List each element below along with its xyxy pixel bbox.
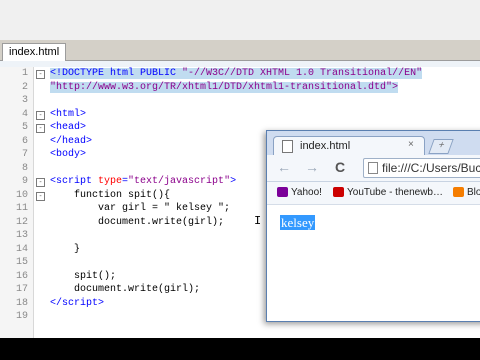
line-number: 11	[15, 203, 28, 214]
back-icon[interactable]: ←	[277, 159, 291, 175]
code-text: spit();	[50, 270, 116, 284]
line-number: 6	[21, 135, 28, 147]
forward-icon[interactable]: →	[305, 159, 319, 175]
line-number: 19	[15, 311, 28, 322]
code-text: "http://www.w3.org/TR/xhtml1/DTD/xhtml1-…	[50, 81, 399, 95]
page-icon	[282, 140, 293, 153]
line-number: 12	[15, 216, 28, 228]
editor-tab-strip: index.html	[0, 40, 480, 61]
line-number: 17	[15, 284, 28, 295]
bookmark-label: Blogg	[467, 187, 480, 198]
bookmarks-bar: Yahoo! YouTube - thenewb… Blogg	[267, 182, 480, 205]
line-number: 9	[21, 176, 28, 187]
code-token: >	[98, 297, 105, 309]
screen: index.html 1- <!DOCTYPE html PUBLIC "-//W…	[0, 0, 480, 338]
new-tab-button[interactable]: +	[428, 139, 454, 154]
code-token: function spit(){	[50, 189, 171, 201]
line-number: 3	[21, 95, 28, 106]
line-number: 13	[15, 230, 28, 241]
close-icon[interactable]: ×	[408, 139, 414, 150]
youtube-icon	[333, 187, 344, 198]
fold-toggle-icon[interactable]: -	[36, 70, 45, 79]
code-token: </head>	[50, 135, 93, 147]
code-token: "http://www.w3.org/TR/xhtml1/DTD/xhtml1-…	[50, 81, 399, 93]
browser-tab-bar: index.html × +	[267, 131, 480, 156]
code-token: spit();	[50, 270, 117, 282]
code-text: </script>	[50, 297, 104, 311]
code-text: var girl = " kelsey ";	[50, 202, 230, 216]
bookmark-yahoo[interactable]: Yahoo!	[277, 186, 322, 200]
editor-file-tab[interactable]: index.html	[2, 43, 67, 61]
code-token: type	[98, 176, 123, 187]
code-token: "text/javascript"	[128, 176, 231, 187]
bookmark-label: YouTube - thenewb…	[347, 187, 443, 198]
code-line[interactable]: 3	[0, 94, 480, 108]
code-text: <!DOCTYPE html PUBLIC "-//W3C//DTD XHTML…	[50, 67, 423, 81]
code-text: </head>	[50, 135, 92, 149]
bookmark-youtube[interactable]: YouTube - thenewb…	[333, 186, 443, 200]
fold-toggle-icon[interactable]: -	[36, 191, 45, 201]
code-line[interactable]: 2 "http://www.w3.org/TR/xhtml1/DTD/xhtml1…	[0, 81, 480, 95]
line-number: 8	[21, 162, 28, 174]
bookmark-blogger[interactable]: Blogg	[453, 186, 480, 200]
fold-toggle-icon[interactable]: -	[36, 178, 45, 187]
blogger-icon	[453, 187, 464, 198]
code-token: <script	[50, 176, 99, 187]
address-text: file:///C:/Users/Buck	[382, 161, 480, 175]
code-text: <html>	[50, 108, 86, 122]
code-token: }	[50, 243, 81, 255]
code-token: >	[230, 176, 237, 187]
line-number: 5	[21, 122, 28, 133]
code-token: var girl = " kelsey ";	[50, 203, 231, 214]
code-text: function spit(){	[50, 189, 170, 203]
browser-window: index.html × + ← → C file:///C:/Users/Bu…	[266, 130, 480, 322]
line-number: 2	[21, 81, 28, 93]
browser-toolbar: ← → C file:///C:/Users/Buck	[267, 155, 480, 182]
address-bar[interactable]: file:///C:/Users/Buck	[363, 158, 480, 178]
code-token: <body>	[50, 149, 87, 160]
code-line[interactable]: 4- <html>	[0, 108, 480, 122]
line-number: 1	[21, 68, 28, 79]
code-token: <html>	[50, 108, 87, 120]
line-number: 16	[15, 270, 28, 282]
code-text: document.write(girl);	[50, 283, 200, 297]
code-token: </	[50, 297, 63, 309]
line-number: 14	[15, 243, 28, 255]
code-text: }	[50, 243, 80, 257]
browser-tab[interactable]: index.html ×	[273, 136, 425, 156]
page-content: kelsey	[267, 205, 480, 321]
line-number: 10	[15, 189, 28, 201]
output-text: kelsey	[280, 215, 316, 230]
line-number: 7	[21, 149, 28, 160]
code-token: document.write(girl);	[50, 284, 201, 295]
code-token: <!DOCTYPE html PUBLIC	[50, 68, 183, 79]
code-text: <script type="text/javascript">	[50, 175, 236, 189]
code-token: <head>	[50, 122, 87, 133]
line-number: 4	[21, 108, 28, 120]
line-number: 15	[15, 257, 28, 268]
code-token: document.write(girl);	[50, 216, 225, 228]
code-text: <head>	[50, 121, 86, 135]
browser-tab-title: index.html	[300, 140, 351, 152]
code-text: document.write(girl);	[50, 216, 224, 230]
yahoo-icon	[277, 187, 288, 198]
code-token: script	[62, 297, 99, 309]
line-number: 18	[15, 297, 28, 309]
code-token: "-//W3C//DTD XHTML 1.0 Transitional//EN"	[182, 68, 423, 79]
text-cursor-icon: I	[254, 214, 262, 228]
fold-toggle-icon[interactable]: -	[36, 124, 45, 133]
fold-toggle-icon[interactable]: -	[36, 110, 45, 120]
reload-icon[interactable]: C	[335, 159, 345, 175]
code-line[interactable]: 1- <!DOCTYPE html PUBLIC "-//W3C//DTD XHT…	[0, 67, 480, 81]
letterbox-bar	[0, 338, 480, 360]
page-icon	[368, 162, 378, 174]
code-text: <body>	[50, 148, 86, 162]
bookmark-label: Yahoo!	[291, 187, 322, 198]
